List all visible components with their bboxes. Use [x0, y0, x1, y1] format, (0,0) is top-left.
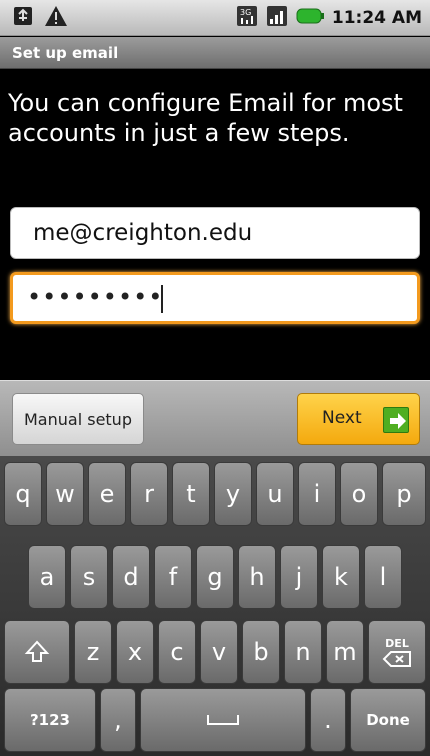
- key-c[interactable]: c: [158, 620, 196, 684]
- key-label: u: [267, 480, 283, 508]
- key-j[interactable]: j: [280, 545, 318, 609]
- key-label: h: [249, 563, 265, 591]
- title-bar: Set up email: [0, 37, 430, 69]
- clock: 11:24 AM: [331, 8, 422, 28]
- status-bar: 3G 11:24 AM: [0, 0, 430, 36]
- backspace-icon: [382, 650, 412, 668]
- key-p[interactable]: p: [382, 462, 426, 526]
- key-i[interactable]: i: [298, 462, 336, 526]
- key-label: d: [123, 563, 139, 591]
- key-q[interactable]: q: [4, 462, 42, 526]
- manual-setup-button[interactable]: Manual setup: [12, 393, 144, 445]
- period-key[interactable]: .: [310, 688, 346, 752]
- symbols-label: ?123: [29, 711, 70, 729]
- key-x[interactable]: x: [116, 620, 154, 684]
- key-d[interactable]: d: [112, 545, 150, 609]
- button-bar: Manual setup Next: [0, 380, 430, 456]
- warning-icon: [44, 5, 68, 31]
- key-label: p: [396, 480, 412, 508]
- key-h[interactable]: h: [238, 545, 276, 609]
- key-label: i: [313, 480, 321, 508]
- comma-key[interactable]: ,: [100, 688, 136, 752]
- key-m[interactable]: m: [326, 620, 364, 684]
- 3g-icon: 3G: [236, 5, 258, 31]
- key-label: y: [225, 480, 241, 508]
- svg-text:3G: 3G: [240, 8, 251, 17]
- delete-label: DEL: [385, 636, 409, 650]
- key-f[interactable]: f: [154, 545, 192, 609]
- key-label: e: [99, 480, 115, 508]
- shift-icon: [24, 639, 50, 665]
- key-label: l: [379, 563, 387, 591]
- text-cursor: [161, 285, 163, 313]
- key-e[interactable]: e: [88, 462, 126, 526]
- key-l[interactable]: l: [364, 545, 402, 609]
- shift-key[interactable]: [4, 620, 70, 684]
- password-field[interactable]: •••••••••: [10, 272, 420, 324]
- key-label: k: [334, 563, 348, 591]
- key-y[interactable]: y: [214, 462, 252, 526]
- key-o[interactable]: o: [340, 462, 378, 526]
- done-label: Done: [366, 711, 410, 729]
- arrow-right-icon: [383, 407, 409, 433]
- done-key[interactable]: Done: [350, 688, 426, 752]
- key-label: j: [295, 563, 303, 591]
- key-label: n: [295, 638, 311, 666]
- key-g[interactable]: g: [196, 545, 234, 609]
- key-label: o: [351, 480, 367, 508]
- signal-icon: [266, 5, 288, 31]
- key-w[interactable]: w: [46, 462, 84, 526]
- intro-text: You can configure Email for most account…: [8, 89, 403, 147]
- symbols-key[interactable]: ?123: [4, 688, 96, 752]
- key-t[interactable]: t: [172, 462, 210, 526]
- page-title: Set up email: [12, 44, 119, 62]
- delete-key[interactable]: DEL: [368, 620, 426, 684]
- soft-keyboard: q w e r t y u i o p a s d f g h j k l z …: [0, 456, 430, 756]
- space-key[interactable]: [140, 688, 306, 752]
- next-label: Next: [322, 408, 362, 428]
- key-label: m: [333, 638, 357, 666]
- key-k[interactable]: k: [322, 545, 360, 609]
- key-r[interactable]: r: [130, 462, 168, 526]
- email-field[interactable]: me@creighton.edu: [10, 207, 420, 259]
- key-label: z: [86, 638, 100, 666]
- key-label: .: [324, 706, 332, 734]
- key-label: t: [186, 480, 196, 508]
- key-label: x: [127, 638, 143, 666]
- battery-icon: [296, 8, 324, 28]
- key-a[interactable]: a: [28, 545, 66, 609]
- key-label: g: [207, 563, 223, 591]
- key-label: c: [170, 638, 184, 666]
- key-s[interactable]: s: [70, 545, 108, 609]
- key-label: b: [253, 638, 269, 666]
- manual-setup-label: Manual setup: [24, 409, 132, 429]
- email-value: me@creighton.edu: [33, 220, 253, 246]
- key-label: w: [55, 480, 75, 508]
- next-button[interactable]: Next: [297, 393, 420, 445]
- key-u[interactable]: u: [256, 462, 294, 526]
- key-z[interactable]: z: [74, 620, 112, 684]
- key-label: v: [211, 638, 227, 666]
- key-label: r: [144, 480, 154, 508]
- key-v[interactable]: v: [200, 620, 238, 684]
- key-label: s: [82, 563, 96, 591]
- key-n[interactable]: n: [284, 620, 322, 684]
- usb-icon: [12, 5, 34, 31]
- key-b[interactable]: b: [242, 620, 280, 684]
- key-label: a: [39, 563, 55, 591]
- password-value: •••••••••: [27, 283, 164, 311]
- key-label: ,: [114, 706, 122, 734]
- key-label: f: [168, 563, 178, 591]
- space-icon: [206, 713, 240, 727]
- key-label: q: [15, 480, 31, 508]
